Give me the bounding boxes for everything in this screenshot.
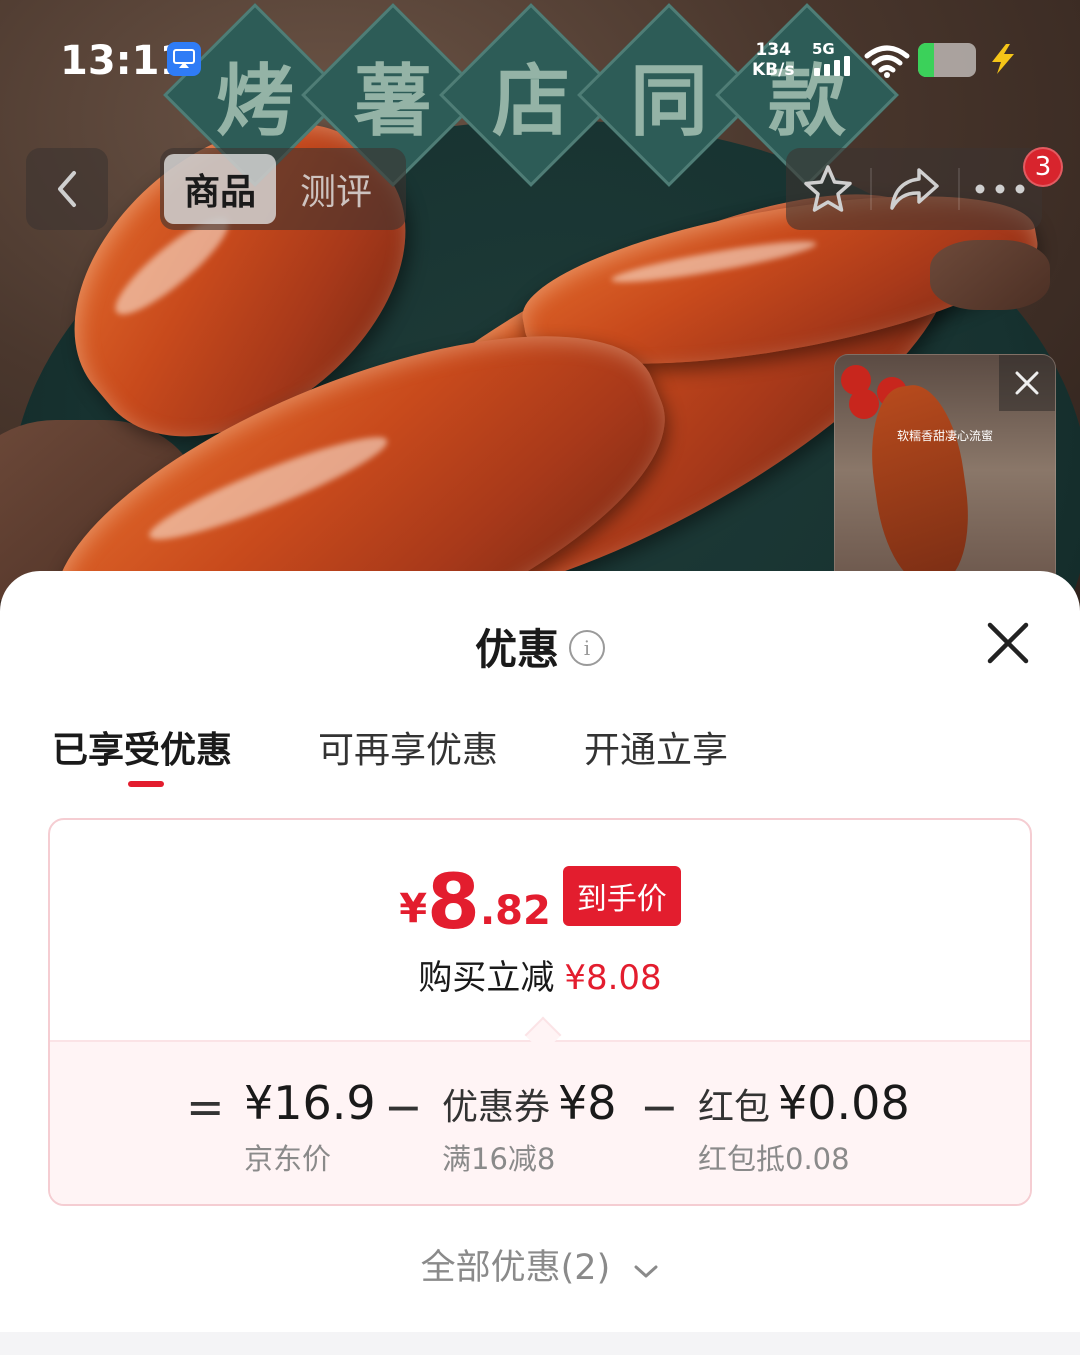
offers-bottom-sheet: 优惠 i 已享受优惠 可再享优惠 开通立享 ¥ 8 .82 到手价 购买立减 ¥8… bbox=[0, 571, 1080, 1355]
calc-item-coupon: 优惠券 ¥8 满16减8 bbox=[442, 1076, 617, 1178]
floating-video-player[interactable]: 软糯香甜凄心流蜜 bbox=[834, 354, 1056, 586]
star-icon bbox=[804, 165, 852, 212]
close-icon bbox=[987, 622, 1029, 664]
close-icon bbox=[1015, 371, 1039, 395]
active-tab-indicator bbox=[128, 781, 164, 787]
bottom-strip bbox=[0, 1332, 1080, 1355]
potato-skin bbox=[930, 240, 1050, 310]
price-integer: 8 bbox=[427, 857, 480, 946]
final-price-tag: 到手价 bbox=[562, 866, 681, 926]
calc-caption: 满16减8 bbox=[442, 1142, 556, 1176]
currency-symbol: ¥ bbox=[399, 886, 428, 932]
minus-sign: − bbox=[384, 1080, 423, 1134]
calc-caption: 红包抵0.08 bbox=[698, 1142, 850, 1176]
calc-caption: 京东价 bbox=[244, 1142, 332, 1176]
video-close-button[interactable] bbox=[999, 355, 1055, 411]
discount-label: 购买立减 bbox=[418, 958, 555, 998]
top-tab-switcher: 商品 测评 bbox=[160, 148, 406, 230]
tab-review[interactable]: 测评 bbox=[300, 154, 372, 224]
final-price: ¥ 8 .82 到手价 bbox=[50, 860, 1030, 940]
video-sweet-potato bbox=[861, 379, 979, 585]
discount-amount: ¥8.08 bbox=[564, 958, 662, 998]
price-decimal: .82 bbox=[479, 888, 551, 934]
price-calculation: = ¥16.9 京东价 − 优惠券 ¥8 满16减8 − 红包 ¥0.08 红包抵0… bbox=[50, 1040, 1030, 1204]
more-icon bbox=[975, 184, 1025, 194]
calc-item-jd-price: ¥16.9 京东价 bbox=[244, 1076, 376, 1178]
all-offers-label: 全部优惠(2) bbox=[420, 1248, 611, 1288]
share-button[interactable] bbox=[872, 148, 956, 230]
minus-sign: − bbox=[640, 1080, 679, 1134]
back-button[interactable] bbox=[26, 148, 108, 230]
sheet-title: 优惠 bbox=[474, 624, 559, 674]
nav-action-group bbox=[786, 148, 1042, 230]
tab-enjoyed-offers[interactable]: 已享受优惠 bbox=[52, 721, 232, 773]
offer-tabs: 已享受优惠 可再享优惠 开通立享 bbox=[0, 721, 1080, 791]
sheet-header: 优惠 i bbox=[0, 616, 1080, 676]
calc-item-red-packet: 红包 ¥0.08 红包抵0.08 bbox=[698, 1076, 910, 1178]
sheet-close-button[interactable] bbox=[984, 619, 1032, 667]
price-breakdown-card: ¥ 8 .82 到手价 购买立减 ¥8.08 = ¥16.9 京东价 − 优惠券 ¥… bbox=[48, 818, 1032, 1206]
share-icon bbox=[890, 168, 939, 210]
tab-activate-offers[interactable]: 开通立享 bbox=[584, 721, 728, 773]
video-caption: 软糯香甜凄心流蜜 bbox=[896, 429, 993, 443]
battery-fill bbox=[918, 43, 935, 77]
charging-icon bbox=[986, 42, 1020, 80]
back-icon bbox=[58, 171, 76, 207]
battery-icon bbox=[918, 43, 976, 77]
wifi-icon bbox=[864, 44, 910, 82]
status-bar: 13:11 134 KB/s 5G bbox=[0, 0, 1080, 120]
message-count-badge: 3 bbox=[1023, 147, 1063, 187]
screen-cast-icon bbox=[167, 42, 201, 76]
chevron-down-icon bbox=[633, 1249, 659, 1289]
instant-discount: 购买立减 ¥8.08 bbox=[50, 950, 1030, 999]
tab-goods[interactable]: 商品 bbox=[164, 154, 276, 224]
info-icon[interactable]: i bbox=[569, 630, 605, 666]
calc-value: ¥16.9 bbox=[244, 1076, 376, 1130]
net-speed: 134 KB/s bbox=[752, 40, 795, 80]
calc-value: 红包 ¥0.08 bbox=[698, 1076, 910, 1130]
signal-icon bbox=[814, 56, 850, 76]
tab-more-offers[interactable]: 可再享优惠 bbox=[318, 721, 498, 773]
equals-sign: = bbox=[186, 1080, 225, 1134]
calc-value: 优惠券 ¥8 bbox=[442, 1076, 617, 1130]
all-offers-toggle[interactable]: 全部优惠(2) bbox=[0, 1239, 1080, 1290]
favorite-button[interactable] bbox=[786, 148, 870, 230]
tomato bbox=[849, 389, 879, 419]
